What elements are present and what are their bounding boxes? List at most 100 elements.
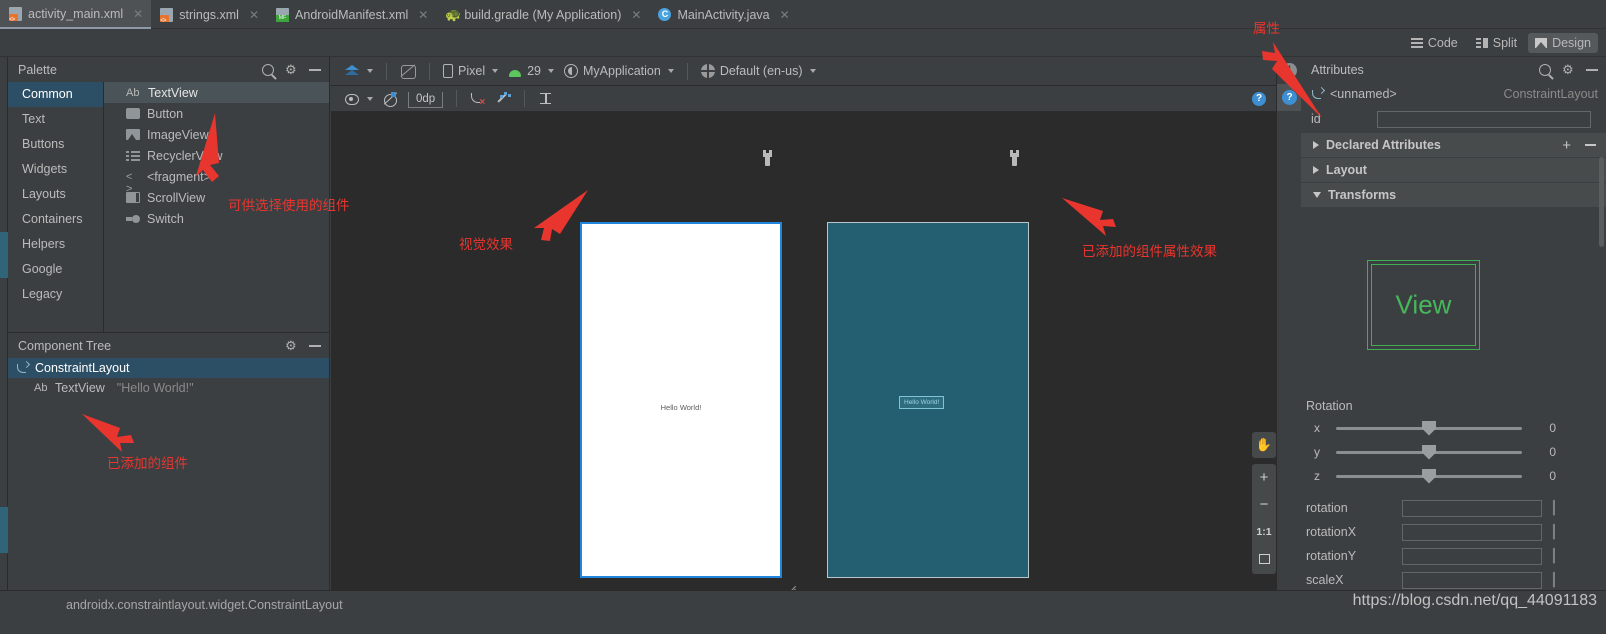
magic-wand-icon	[496, 91, 511, 106]
palette-item-label: RecyclerView	[147, 148, 223, 163]
switch-icon	[126, 213, 140, 225]
default-margin-button[interactable]: 0dp	[403, 89, 448, 109]
api-selector[interactable]: 29	[503, 62, 559, 80]
add-attribute-icon[interactable]: +	[1562, 137, 1571, 154]
no-blueprint-icon	[400, 64, 416, 79]
code-lines-icon	[1410, 37, 1423, 48]
mode-design-button[interactable]: Design	[1528, 32, 1598, 53]
tree-node-constraintlayout[interactable]: ConstraintLayout	[8, 358, 329, 378]
slider-thumb[interactable]	[1422, 420, 1436, 436]
property-label: rotation	[1306, 501, 1348, 515]
palette-category-layouts[interactable]: Layouts	[8, 182, 103, 207]
property-marker-icon: ┃	[1550, 524, 1558, 539]
preview-canvas[interactable]: Hello World! Hello World!	[331, 113, 1276, 590]
rotationx-input[interactable]	[1402, 523, 1542, 541]
orientation-button[interactable]	[395, 62, 421, 81]
scalex-input[interactable]	[1402, 571, 1542, 589]
tree-node-textview[interactable]: Ab TextView "Hello World!"	[8, 378, 329, 398]
palette-item-fragment[interactable]: < > <fragment>	[104, 166, 329, 195]
minimize-icon[interactable]	[1586, 68, 1598, 71]
zoom-in-button[interactable]: +	[1252, 464, 1276, 491]
gear-icon[interactable]: ⚙	[285, 63, 298, 76]
close-icon[interactable]: ✕	[133, 7, 143, 21]
clear-constraints-button[interactable]	[465, 90, 491, 108]
palette-item-recyclerview[interactable]: RecyclerView	[104, 145, 329, 166]
close-icon[interactable]: ✕	[249, 8, 259, 22]
blueprint-textview[interactable]: Hello World!	[899, 396, 945, 409]
tab-main-activity-java[interactable]: C MainActivity.java ✕	[649, 0, 797, 29]
autoconnect-button[interactable]	[378, 90, 403, 108]
design-surface-wrench-icon[interactable]	[762, 150, 773, 166]
guideline-button[interactable]	[533, 90, 558, 108]
close-icon[interactable]: ✕	[631, 8, 641, 22]
rotation-input[interactable]	[1402, 499, 1542, 517]
zoom-actual-button[interactable]: 1:1	[1252, 518, 1276, 545]
attributes-scrollbar[interactable]	[1599, 157, 1604, 247]
slider-thumb[interactable]	[1422, 444, 1436, 460]
zoom-fit-button[interactable]	[1252, 545, 1276, 572]
infer-constraints-button[interactable]	[491, 90, 516, 108]
help-button[interactable]: ?	[1277, 84, 1302, 111]
property-label: scaleX	[1306, 573, 1344, 587]
slider-thumb[interactable]	[1422, 468, 1436, 484]
blueprint-render-screen[interactable]: Hello World!	[827, 222, 1029, 578]
search-icon[interactable]	[262, 63, 274, 76]
palette-category-legacy[interactable]: Legacy	[8, 282, 103, 307]
palette-item-imageview[interactable]: ImageView	[104, 124, 329, 145]
tab-android-manifest-xml[interactable]: AndroidManifest.xml ✕	[267, 0, 436, 29]
theme-selector[interactable]: MyApplication	[559, 62, 679, 80]
rotationy-input[interactable]	[1402, 547, 1542, 565]
tab-build-gradle[interactable]: 🐢 build.gradle (My Application) ✕	[436, 0, 649, 29]
ab-text-icon: Ab	[126, 86, 140, 99]
palette-category-text[interactable]: Text	[8, 107, 103, 132]
rotation-z-slider-row: z 0	[1306, 466, 1556, 486]
locale-selector[interactable]: Default (en-us)	[696, 62, 821, 80]
rotation-y-slider[interactable]	[1336, 444, 1522, 460]
device-preview-blueprint[interactable]: Hello World!	[827, 222, 1029, 578]
search-icon[interactable]	[1539, 63, 1551, 76]
device-selector[interactable]: Pixel	[438, 62, 503, 80]
close-icon[interactable]: ✕	[418, 8, 428, 22]
zoom-fit-icon	[1258, 553, 1270, 564]
mode-split-button[interactable]: Split	[1469, 33, 1524, 53]
rotation-z-slider[interactable]	[1336, 468, 1522, 484]
gear-icon[interactable]: ⚙	[285, 339, 298, 352]
gear-icon[interactable]: ⚙	[1562, 63, 1575, 76]
rotation-x-slider[interactable]	[1336, 420, 1522, 436]
palette-item-label: Switch	[147, 211, 184, 226]
pan-button[interactable]: ✋	[1252, 432, 1276, 458]
rendered-textview[interactable]: Hello World!	[582, 403, 780, 412]
minimize-icon[interactable]	[309, 344, 321, 347]
help-icon[interactable]: ?	[1252, 92, 1266, 106]
device-preview-design[interactable]: Hello World!	[580, 222, 782, 578]
minimize-icon[interactable]	[309, 68, 321, 71]
palette-category-google[interactable]: Google	[8, 257, 103, 282]
palette-category-containers[interactable]: Containers	[8, 207, 103, 232]
section-declared-attributes[interactable]: Declared Attributes +	[1301, 132, 1606, 157]
palette-category-widgets[interactable]: Widgets	[8, 157, 103, 182]
design-render-screen[interactable]: Hello World!	[580, 222, 782, 578]
rotation-y-slider-row: y 0	[1306, 442, 1556, 462]
tab-strings-xml[interactable]: strings.xml ✕	[151, 0, 267, 29]
view-options-button[interactable]	[339, 91, 378, 107]
palette-item-textview[interactable]: Ab TextView	[104, 82, 329, 103]
remove-attribute-icon[interactable]	[1585, 144, 1596, 146]
property-row-rotationx: rotationX ┃	[1306, 520, 1596, 544]
annotation-component-attributes-effect: 已添加的组件属性效果	[1082, 244, 1217, 260]
zoom-out-button[interactable]: −	[1252, 491, 1276, 518]
element-class: ConstraintLayout	[1503, 87, 1598, 101]
tab-activity-main-xml[interactable]: activity_main.xml ✕	[0, 0, 152, 29]
palette-item-button[interactable]: Button	[104, 103, 329, 124]
palette-category-helpers[interactable]: Helpers	[8, 232, 103, 257]
blueprint-wrench-icon[interactable]	[1009, 150, 1020, 166]
palette-category-buttons[interactable]: Buttons	[8, 132, 103, 157]
section-transforms[interactable]: Transforms	[1301, 182, 1606, 207]
warnings-button[interactable]: !	[1277, 57, 1302, 84]
section-layout[interactable]: Layout	[1301, 157, 1606, 182]
close-icon[interactable]: ✕	[780, 8, 790, 22]
palette-category-common[interactable]: Common	[8, 82, 103, 107]
tab-label: MainActivity.java	[677, 7, 770, 22]
id-input[interactable]	[1377, 110, 1591, 128]
layers-button[interactable]	[339, 62, 378, 81]
mode-code-button[interactable]: Code	[1404, 33, 1465, 53]
